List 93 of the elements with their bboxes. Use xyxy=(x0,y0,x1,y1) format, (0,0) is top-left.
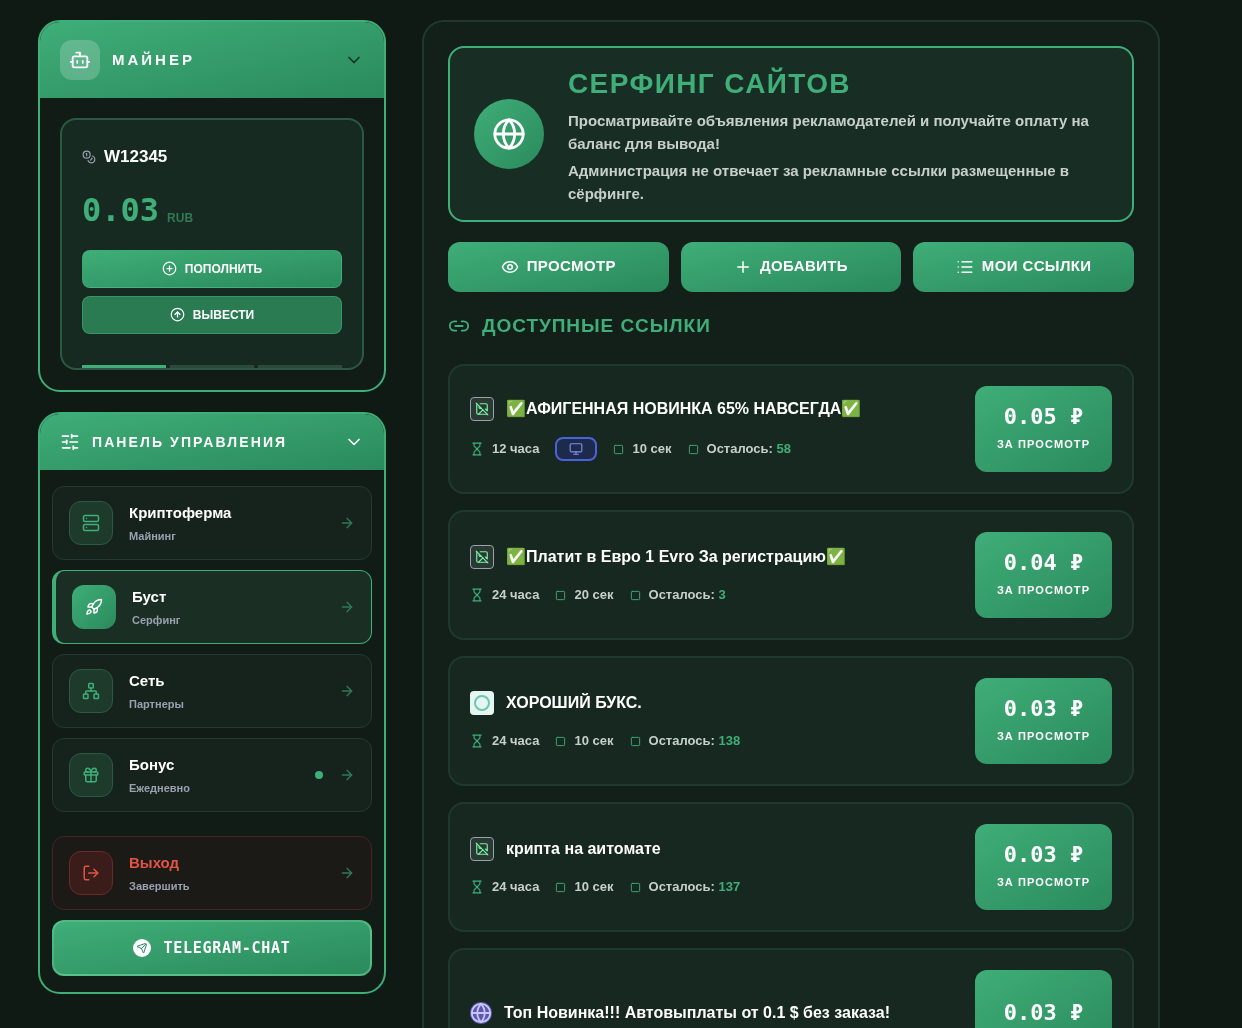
pager-segment[interactable] xyxy=(170,365,254,368)
arrow-right-icon xyxy=(339,865,355,881)
price-label: ЗА ПРОСМОТР xyxy=(996,582,1091,598)
section-title: ДОСТУПНЫЕ ССЫЛКИ xyxy=(482,313,711,338)
withdraw-button[interactable]: ВЫВЕСТИ xyxy=(82,295,342,334)
menu-item-subtitle: Серфинг xyxy=(132,613,182,628)
link-title: ✅Платит в Евро 1 Evro За регистрацию✅ xyxy=(506,546,846,568)
menu-item-title: Криптоферма xyxy=(129,502,233,523)
menu-item-title: Бонус xyxy=(129,754,176,775)
hourglass-icon xyxy=(470,442,484,456)
logout-icon xyxy=(82,864,100,882)
price-amount: 0.04 ₽ xyxy=(1003,551,1084,574)
logo-icon xyxy=(470,691,494,716)
square-icon xyxy=(555,735,567,747)
gift-icon xyxy=(82,766,100,784)
price-amount: 0.03 ₽ xyxy=(1003,843,1084,866)
menu-item[interactable]: Бонус Ежедневно xyxy=(52,738,372,812)
duration-text: 24 часа xyxy=(492,732,540,751)
menu-item-subtitle: Ежедневно xyxy=(129,781,191,796)
menu-item[interactable]: Криптоферма Майнинг xyxy=(52,486,372,560)
link-title: Топ Новинка!!! Автовыплаты от 0.1 $ без заказа! xyxy=(504,1003,890,1023)
seconds-text: 10 сек xyxy=(632,440,672,459)
price-label: ЗА ПРОСМОТР xyxy=(996,728,1091,744)
menu-item-title: Сеть xyxy=(129,670,166,691)
seconds-text: 20 сек xyxy=(574,586,614,605)
remaining-text: Осталось: 137 xyxy=(648,878,741,897)
link-title: ✅АФИГЕННАЯ НОВИНКА 65% НАВСЕГДА✅ xyxy=(506,398,862,419)
arrow-up-circle-icon xyxy=(169,307,185,322)
link-card[interactable]: Топ Новинка!!! Автовыплаты от 0.1 $ без заказа! 0.03 ₽ xyxy=(448,948,1134,1028)
globe-icon xyxy=(470,1002,492,1024)
rocket-icon xyxy=(85,598,103,616)
square-icon xyxy=(629,735,641,747)
price-amount: 0.05 ₽ xyxy=(1003,405,1084,428)
broken-image-icon xyxy=(470,397,494,421)
square-icon xyxy=(687,443,699,455)
square-icon xyxy=(555,589,567,601)
square-icon xyxy=(613,443,625,455)
hero-description: Администрация не отвечает за рекламные ссылки размещенные в сёрфинге. xyxy=(568,160,1070,204)
menu-item-subtitle: Майнинг xyxy=(129,529,177,544)
hero-description: Просматривайте объявления рекламодателей и получайте оплату на баланс для вывода! xyxy=(568,110,1090,154)
link-card[interactable]: ✅АФИГЕННАЯ НОВИНКА 65% НАВСЕГДА✅ 12 часа 10 сек Осталось: 58 0.05 ₽ ЗА ПРОСМОТР xyxy=(448,364,1134,494)
balance-amount: 0.03 xyxy=(82,193,160,226)
sliders-icon xyxy=(60,432,80,452)
square-icon xyxy=(629,881,641,893)
menu-item-subtitle: Завершить xyxy=(129,879,191,894)
duration-text: 24 часа xyxy=(492,586,540,605)
currency-label: RUB xyxy=(167,209,194,226)
hourglass-icon xyxy=(470,734,484,748)
wallet-id: W12345 xyxy=(104,146,168,168)
link-card[interactable]: крипта на аитомате 24 часа 10 сек Осталось: 137 0.03 ₽ ЗА ПРОСМОТР xyxy=(448,802,1134,932)
menu-item[interactable]: Сеть Партнеры xyxy=(52,654,372,728)
network-icon xyxy=(82,682,100,700)
menu-item-title: Буст xyxy=(132,586,168,607)
square-icon xyxy=(555,881,567,893)
square-icon xyxy=(629,589,641,601)
duration-text: 24 часа xyxy=(492,878,540,897)
hero-title: СЕРФИНГ САЙТОВ xyxy=(568,66,852,101)
pager-segment[interactable] xyxy=(82,365,166,368)
menu-item-title: Выход xyxy=(129,852,181,873)
broken-image-icon xyxy=(470,545,494,570)
remaining-text: Осталось: 58 xyxy=(706,440,791,459)
arrow-right-icon xyxy=(339,767,355,783)
robot-icon xyxy=(60,40,100,80)
arrow-right-icon xyxy=(339,683,355,699)
broken-image-icon xyxy=(470,837,494,862)
price-amount: 0.03 ₽ xyxy=(1003,1002,1084,1024)
price-amount: 0.03 ₽ xyxy=(1003,697,1084,720)
price-label: ЗА ПРОСМОТР xyxy=(996,436,1091,452)
menu-item[interactable]: Буст Серфинг xyxy=(52,570,372,644)
price-label: ЗА ПРОСМОТР xyxy=(996,874,1091,890)
seconds-text: 10 сек xyxy=(574,732,614,751)
arrow-right-icon xyxy=(339,599,355,615)
remaining-text: Осталось: 3 xyxy=(648,586,726,605)
link-title: крипта на аитомате xyxy=(506,839,661,860)
hourglass-icon xyxy=(470,588,484,602)
remaining-text: Осталось: 138 xyxy=(648,732,741,751)
seconds-text: 10 сек xyxy=(574,878,614,897)
pager-segment[interactable] xyxy=(258,365,342,368)
duration-text: 12 часа xyxy=(492,440,540,459)
plus-circle-icon xyxy=(161,261,177,276)
menu-item-subtitle: Партнеры xyxy=(129,697,185,712)
miner-title: МАЙНЕР xyxy=(112,49,196,70)
arrow-right-icon xyxy=(339,515,355,531)
control-panel-title: ПАНЕЛЬ УПРАВЛЕНИЯ xyxy=(92,432,289,452)
coins-icon xyxy=(82,149,96,164)
hourglass-icon xyxy=(470,880,484,894)
menu-item[interactable]: Выход Завершить xyxy=(52,836,372,910)
telegram-icon xyxy=(133,939,152,957)
my-links-button[interactable]: МОИ ССЫЛКИ xyxy=(913,241,1134,292)
server-icon xyxy=(82,514,100,532)
link-title: ХОРОШИЙ БУКС. xyxy=(506,692,642,714)
link-card[interactable]: ХОРОШИЙ БУКС. 24 часа 10 сек Осталось: 138 0.03 ₽ ЗА ПРОСМОТР xyxy=(448,656,1134,786)
link-card[interactable]: ✅Платит в Евро 1 Evro За регистрацию✅ 24 часа 20 сек Осталось: 3 0.04 ₽ ЗА ПРОСМОТР xyxy=(448,510,1134,640)
